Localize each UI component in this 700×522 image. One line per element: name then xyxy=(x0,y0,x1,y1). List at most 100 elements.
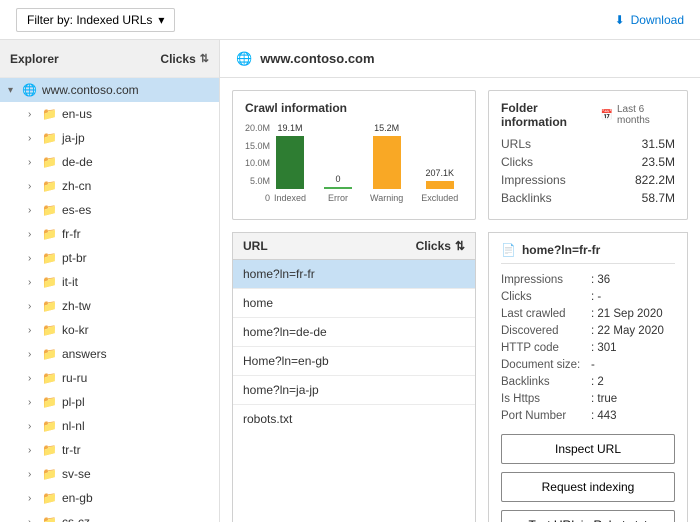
detail-row-value: : 2 xyxy=(591,376,604,388)
sidebar-item-label: fr-fr xyxy=(62,227,81,241)
detail-row-label: Impressions xyxy=(501,274,591,286)
folder-card: Folder information 📅 Last 6 months URLs … xyxy=(488,90,688,220)
chevron-icon: › xyxy=(28,157,42,168)
download-icon: ⬇ xyxy=(615,13,625,27)
chevron-icon: › xyxy=(28,325,42,336)
actions-section: Inspect URL Request indexing Test URL in R… xyxy=(501,434,675,522)
folder-icon: 📁 xyxy=(42,515,57,522)
sidebar-item-pt-br[interactable]: › 📁 pt-br xyxy=(0,246,219,270)
sidebar-item-en-gb[interactable]: › 📁 en-gb xyxy=(0,486,219,510)
folder-row-urls: URLs 31.5M xyxy=(501,137,675,151)
bar-label-bottom: Excluded xyxy=(421,193,458,203)
sidebar-item-root[interactable]: ▾ 🌐 www.contoso.com xyxy=(0,78,219,102)
sidebar-item-label: cs-cz xyxy=(62,515,90,522)
sidebar-item-sv-se[interactable]: › 📁 sv-se xyxy=(0,462,219,486)
sidebar: Explorer Clicks ⇅ ▾ 🌐 www.contoso.com › … xyxy=(0,40,220,522)
chevron-icon: › xyxy=(28,109,42,120)
url-row[interactable]: home xyxy=(233,289,475,318)
url-row[interactable]: Home?ln=en-gb xyxy=(233,347,475,376)
url-row[interactable]: robots.txt xyxy=(233,405,475,433)
detail-row: Impressions : 36 xyxy=(501,274,675,286)
sidebar-item-it-it[interactable]: › 📁 it-it xyxy=(0,270,219,294)
clicks-label: Clicks xyxy=(160,52,195,66)
sidebar-item-label: ja-jp xyxy=(62,131,85,145)
sidebar-item-label: ko-kr xyxy=(62,323,89,337)
sidebar-item-label: zh-cn xyxy=(62,179,91,193)
folder-row-label: URLs xyxy=(501,137,531,151)
sidebar-item-en-us[interactable]: › 📁 en-us xyxy=(0,102,219,126)
sidebar-item-tr-tr[interactable]: › 📁 tr-tr xyxy=(0,438,219,462)
url-row[interactable]: home?ln=fr-fr xyxy=(233,260,475,289)
calendar-icon: 📅 xyxy=(601,110,613,121)
sidebar-item-pl-pl[interactable]: › 📁 pl-pl xyxy=(0,390,219,414)
action-button-request-indexing[interactable]: Request indexing xyxy=(501,472,675,502)
url-row[interactable]: home?ln=de-de xyxy=(233,318,475,347)
sidebar-item-zh-tw[interactable]: › 📁 zh-tw xyxy=(0,294,219,318)
detail-row-label: HTTP code xyxy=(501,342,591,354)
folder-icon: 📁 xyxy=(42,179,57,193)
detail-row-value: : 22 May 2020 xyxy=(591,325,664,337)
detail-row: Document size: - xyxy=(501,359,675,371)
filter-label: Filter by: Indexed URLs xyxy=(27,13,152,27)
sidebar-item-ru-ru[interactable]: › 📁 ru-ru xyxy=(0,366,219,390)
sidebar-item-es-es[interactable]: › 📁 es-es xyxy=(0,198,219,222)
sidebar-item-label: en-us xyxy=(62,107,92,121)
folder-row-impressions: Impressions 822.2M xyxy=(501,173,675,187)
folder-icon: 📁 xyxy=(42,347,57,361)
chevron-icon: › xyxy=(28,349,42,360)
folder-icon: 📁 xyxy=(42,203,57,217)
sidebar-item-fr-fr[interactable]: › 📁 fr-fr xyxy=(0,222,219,246)
folder-icon: 📁 xyxy=(42,227,57,241)
detail-row: Last crawled : 21 Sep 2020 xyxy=(501,308,675,320)
bar-label-bottom: Error xyxy=(328,193,348,203)
detail-row-label: Last crawled xyxy=(501,308,591,320)
sidebar-item-label: es-es xyxy=(62,203,91,217)
sidebar-item-label: pt-br xyxy=(62,251,87,265)
sort-icon[interactable]: ⇅ xyxy=(200,52,209,65)
chevron-icon: › xyxy=(28,253,42,264)
sidebar-item-label: ru-ru xyxy=(62,371,87,385)
bar-label-top: 19.1M xyxy=(278,123,303,133)
chevron-icon: › xyxy=(28,421,42,432)
detail-row: Discovered : 22 May 2020 xyxy=(501,325,675,337)
folder-icon: 📁 xyxy=(42,491,57,505)
sidebar-item-ko-kr[interactable]: › 📁 ko-kr xyxy=(0,318,219,342)
detail-row-label: Port Number xyxy=(501,410,591,422)
action-button-inspect-url[interactable]: Inspect URL xyxy=(501,434,675,464)
explorer-label: Explorer xyxy=(10,52,59,66)
detail-rows: Impressions : 36 Clicks : - Last crawled… xyxy=(501,274,675,422)
sidebar-item-zh-cn[interactable]: › 📁 zh-cn xyxy=(0,174,219,198)
sidebar-item-label: answers xyxy=(62,347,107,361)
sidebar-item-answers[interactable]: › 📁 answers xyxy=(0,342,219,366)
folder-row-label: Clicks xyxy=(501,155,533,169)
top-bar: Filter by: Indexed URLs ▾ ⬇ Download xyxy=(0,0,700,40)
action-button-test-url-in-robots.txt[interactable]: Test URL in Robots.txt xyxy=(501,510,675,522)
bar-label-top: 207.1K xyxy=(425,168,454,178)
detail-row-value: : 301 xyxy=(591,342,617,354)
detail-row-value: : - xyxy=(591,291,601,303)
root-label: www.contoso.com xyxy=(42,83,139,97)
sidebar-item-nl-nl[interactable]: › 📁 nl-nl xyxy=(0,414,219,438)
chevron-icon: › xyxy=(28,517,42,522)
sidebar-item-de-de[interactable]: › 📁 de-de xyxy=(0,150,219,174)
sidebar-header: Explorer Clicks ⇅ xyxy=(0,40,219,78)
content-site-title: www.contoso.com xyxy=(260,51,374,66)
detail-row-value: : 36 xyxy=(591,274,610,286)
crawl-chart: 20.0M 15.0M 10.0M 5.0M 0 19.1M Indexed 0… xyxy=(245,123,463,203)
download-button[interactable]: ⬇ Download xyxy=(615,13,684,27)
detail-file-icon: 📄 xyxy=(501,243,516,257)
bar xyxy=(324,187,352,189)
folder-row-backlinks: Backlinks 58.7M xyxy=(501,191,675,205)
sidebar-items: › 📁 en-us › 📁 ja-jp › 📁 de-de › 📁 zh-cn … xyxy=(0,102,219,522)
bar-label-bottom: Warning xyxy=(370,193,403,203)
filter-button[interactable]: Filter by: Indexed URLs ▾ xyxy=(16,8,175,32)
chevron-icon: › xyxy=(28,205,42,216)
sidebar-item-ja-jp[interactable]: › 📁 ja-jp xyxy=(0,126,219,150)
detail-row-label: Document size: xyxy=(501,359,591,371)
url-row[interactable]: home?ln=ja-jp xyxy=(233,376,475,405)
sidebar-item-label: en-gb xyxy=(62,491,93,505)
folder-icon: 📁 xyxy=(42,155,57,169)
sidebar-item-cs-cz[interactable]: › 📁 cs-cz xyxy=(0,510,219,522)
detail-row: Clicks : - xyxy=(501,291,675,303)
sort-clicks-icon[interactable]: ⇅ xyxy=(455,239,465,253)
